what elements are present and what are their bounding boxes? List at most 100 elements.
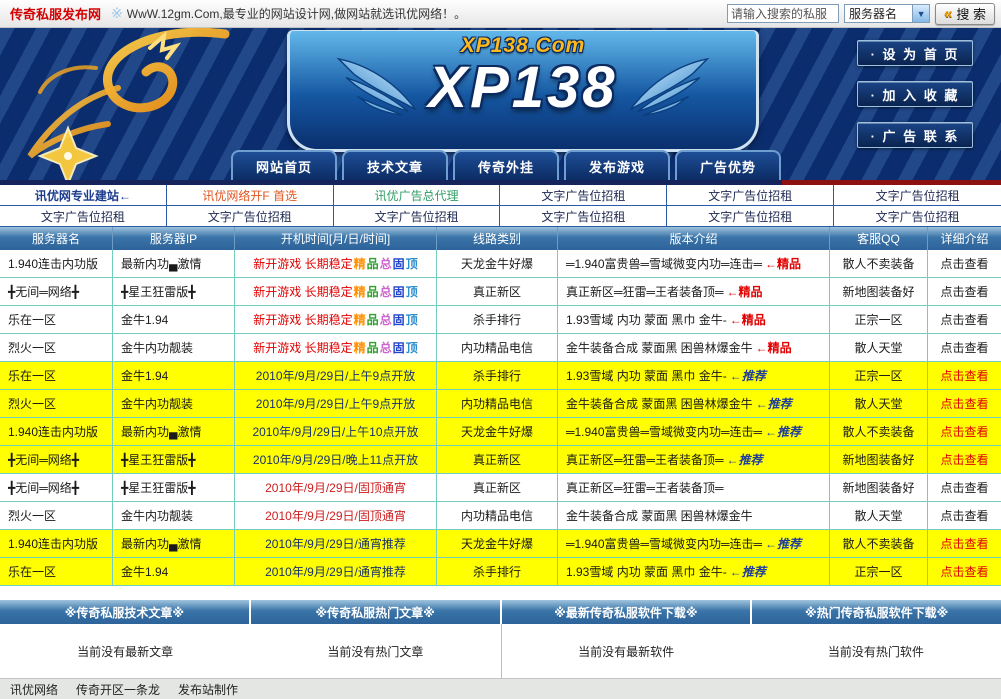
open-time-cell: 2010年/9月/29日/上午10点开放 xyxy=(235,418,437,446)
detail-link[interactable]: 点击查看 xyxy=(940,479,988,496)
ad-link-r2c4[interactable]: 文字广告位招租 xyxy=(500,206,667,227)
tab-plugins[interactable]: 传奇外挂 xyxy=(453,150,559,180)
detail-cell: 点击查看 xyxy=(928,362,1001,390)
tag-premium: ←精品 xyxy=(756,339,792,356)
ad-link-r2c6[interactable]: 文字广告位招租 xyxy=(834,206,1001,227)
line-type-cell: 天龙金牛好爆 xyxy=(437,530,558,558)
table-row: ╋无间═网络╋╋星王狂雷版╋2010年/9月/29日/固顶通宵真正新区真正新区═… xyxy=(0,474,1001,502)
line-type-cell: 真正新区 xyxy=(437,446,558,474)
server-name-cell: 1.940连击内功版 xyxy=(0,530,113,558)
server-name-cell: 乐在一区 xyxy=(0,306,113,334)
footer-link-site-making[interactable]: 发布站制作 xyxy=(178,681,238,698)
server-name-link[interactable]: ╋无间═网络╋ xyxy=(8,479,79,496)
tab-ad-advantage[interactable]: 广告优势 xyxy=(675,150,781,180)
server-name-cell: ╋无间═网络╋ xyxy=(0,446,113,474)
page: 传奇私服发布网 ※ WwW.12gm.Com,最专业的网站设计网,做网站就选讯优… xyxy=(0,0,1001,699)
badge-顶: 顶 xyxy=(406,339,418,356)
open-time-cell: 2010年/9月/29日/上午9点开放 xyxy=(235,362,437,390)
badge-品: 品 xyxy=(367,255,379,272)
line-type-cell: 内功精品电信 xyxy=(437,390,558,418)
column-header-4: 线路类别 xyxy=(437,227,558,250)
detail-cell: 点击查看 xyxy=(928,502,1001,530)
badge-顶: 顶 xyxy=(406,283,418,300)
badge-总: 总 xyxy=(380,283,392,300)
tab-articles[interactable]: 技术文章 xyxy=(342,150,448,180)
footer-link-xunyou[interactable]: 讯优网络 xyxy=(10,681,58,698)
ad-link-r2c5[interactable]: 文字广告位招租 xyxy=(667,206,834,227)
ad-link-r1c6[interactable]: 文字广告位招租 xyxy=(834,185,1001,206)
server-name-link[interactable]: 1.940连击内功版 xyxy=(8,535,98,552)
section-title-hot-articles: ※传奇私服热门文章※ xyxy=(251,600,500,624)
version-text: 金牛装备合成 蒙面黑 困兽林爆金牛 xyxy=(566,339,753,356)
ad-link-r1c2[interactable]: 讯优网络开F 首选 xyxy=(167,185,334,206)
server-name-link[interactable]: 烈火一区 xyxy=(8,339,56,356)
server-name-cell: 烈火一区 xyxy=(0,502,113,530)
ad-contact-button[interactable]: · 广 告 联 系 xyxy=(857,122,973,148)
qq-cell: 散人天堂 xyxy=(830,390,928,418)
server-name-link[interactable]: ╋无间═网络╋ xyxy=(8,283,79,300)
open-time-cell: 2010年/9月/29日/上午9点开放 xyxy=(235,390,437,418)
detail-link[interactable]: 点击查看 xyxy=(940,451,988,468)
open-flags: 新开游戏 长期稳定 xyxy=(253,339,352,356)
search-button[interactable]: « 搜 索 xyxy=(935,3,995,25)
version-cell: 1.93雪域 内功 蒙面 黑巾 金牛-←推荐 xyxy=(558,558,830,586)
server-ip-cell: 金牛内功靓装 xyxy=(113,390,235,418)
version-text: 1.93雪域 内功 蒙面 黑巾 金牛- xyxy=(566,311,727,328)
server-name-cell: 烈火一区 xyxy=(0,334,113,362)
ad-link-r1c5[interactable]: 文字广告位招租 xyxy=(667,185,834,206)
server-ip-cell: 金牛1.94 xyxy=(113,558,235,586)
server-name-link[interactable]: 1.940连击内功版 xyxy=(8,255,98,272)
search-category-select[interactable]: 服务器名 ▼ xyxy=(844,4,930,23)
server-name-link[interactable]: 乐在一区 xyxy=(8,367,56,384)
detail-link[interactable]: 点击查看 xyxy=(940,507,988,524)
detail-link[interactable]: 点击查看 xyxy=(940,423,988,440)
table-row: 烈火一区 金牛内功靓装2010年/9月/29日/上午9点开放内功精品电信金牛装备合… xyxy=(0,390,1001,418)
detail-link[interactable]: 点击查看 xyxy=(940,255,988,272)
version-text: 1.93雪域 内功 蒙面 黑巾 金牛- xyxy=(566,563,727,580)
tab-home[interactable]: 网站首页 xyxy=(231,150,337,180)
footer-link-one-stop[interactable]: 传奇开区一条龙 xyxy=(76,681,160,698)
detail-link[interactable]: 点击查看 xyxy=(940,563,988,580)
ad-link-r1c3[interactable]: 讯优广告总代理 xyxy=(334,185,501,206)
open-time-cell: 2010年/9月/29日/固顶通宵 xyxy=(235,502,437,530)
ad-link-r2c1[interactable]: 文字广告位招租 xyxy=(0,206,167,227)
detail-link[interactable]: 点击查看 xyxy=(940,339,988,356)
column-header-6: 客服QQ xyxy=(830,227,928,250)
version-text: 金牛装备合成 蒙面黑 困兽林爆金牛 xyxy=(566,395,753,412)
server-table-header: 服务器名服务器IP开机时间[月/日/时间]线路类别版本介绍客服QQ详细介绍 xyxy=(0,227,1001,250)
banner-divider xyxy=(0,180,1001,185)
version-cell: 金牛装备合成 蒙面黑 困兽林爆金牛←精品 xyxy=(558,334,830,362)
ad-link-r2c3[interactable]: 文字广告位招租 xyxy=(334,206,501,227)
open-time-text: 2010年/9月/29日/固顶通宵 xyxy=(265,507,406,524)
line-type-cell: 天龙金牛好爆 xyxy=(437,418,558,446)
snowflake-icon: ※ xyxy=(111,5,123,22)
qq-cell: 散人不卖装备 xyxy=(830,418,928,446)
detail-link[interactable]: 点击查看 xyxy=(940,535,988,552)
detail-link[interactable]: 点击查看 xyxy=(940,283,988,300)
detail-link[interactable]: 点击查看 xyxy=(940,395,988,412)
tab-publish[interactable]: 发布游戏 xyxy=(564,150,670,180)
version-cell: 金牛装备合成 蒙面黑 困兽林爆金牛←推荐 xyxy=(558,390,830,418)
server-name-cell: 1.940连击内功版 xyxy=(0,250,113,278)
set-homepage-button[interactable]: · 设 为 首 页 xyxy=(857,40,973,66)
version-text: ═1.940富贵兽═雪域微变内功═连击═ xyxy=(566,535,762,552)
chevron-down-icon[interactable]: ▼ xyxy=(912,5,929,22)
search-input[interactable] xyxy=(727,4,839,23)
add-favorite-button[interactable]: · 加 入 收 藏 xyxy=(857,81,973,107)
text-ad-grid: 讯优网专业建站←讯优网络开F 首选讯优广告总代理文字广告位招租文字广告位招租文字… xyxy=(0,185,1001,227)
server-name-link[interactable]: 1.940连击内功版 xyxy=(8,423,98,440)
detail-link[interactable]: 点击查看 xyxy=(940,367,988,384)
search-button-label: 搜 索 xyxy=(956,4,986,23)
server-name-link[interactable]: 乐在一区 xyxy=(8,563,56,580)
server-ip-cell: ╋星王狂雷版╋ xyxy=(113,446,235,474)
nav-tabs: 网站首页 技术文章 传奇外挂 发布游戏 广告优势 xyxy=(231,150,781,180)
server-name-link[interactable]: 烈火一区 xyxy=(8,507,56,524)
server-name-link[interactable]: 烈火一区 xyxy=(8,395,56,412)
ad-link-r2c2[interactable]: 文字广告位招租 xyxy=(167,206,334,227)
tag-recommended: ←推荐 xyxy=(756,395,792,412)
server-name-link[interactable]: ╋无间═网络╋ xyxy=(8,451,79,468)
ad-link-r1c4[interactable]: 文字广告位招租 xyxy=(500,185,667,206)
ad-link-r1c1[interactable]: 讯优网专业建站← xyxy=(0,185,167,206)
detail-link[interactable]: 点击查看 xyxy=(940,311,988,328)
server-name-link[interactable]: 乐在一区 xyxy=(8,311,56,328)
